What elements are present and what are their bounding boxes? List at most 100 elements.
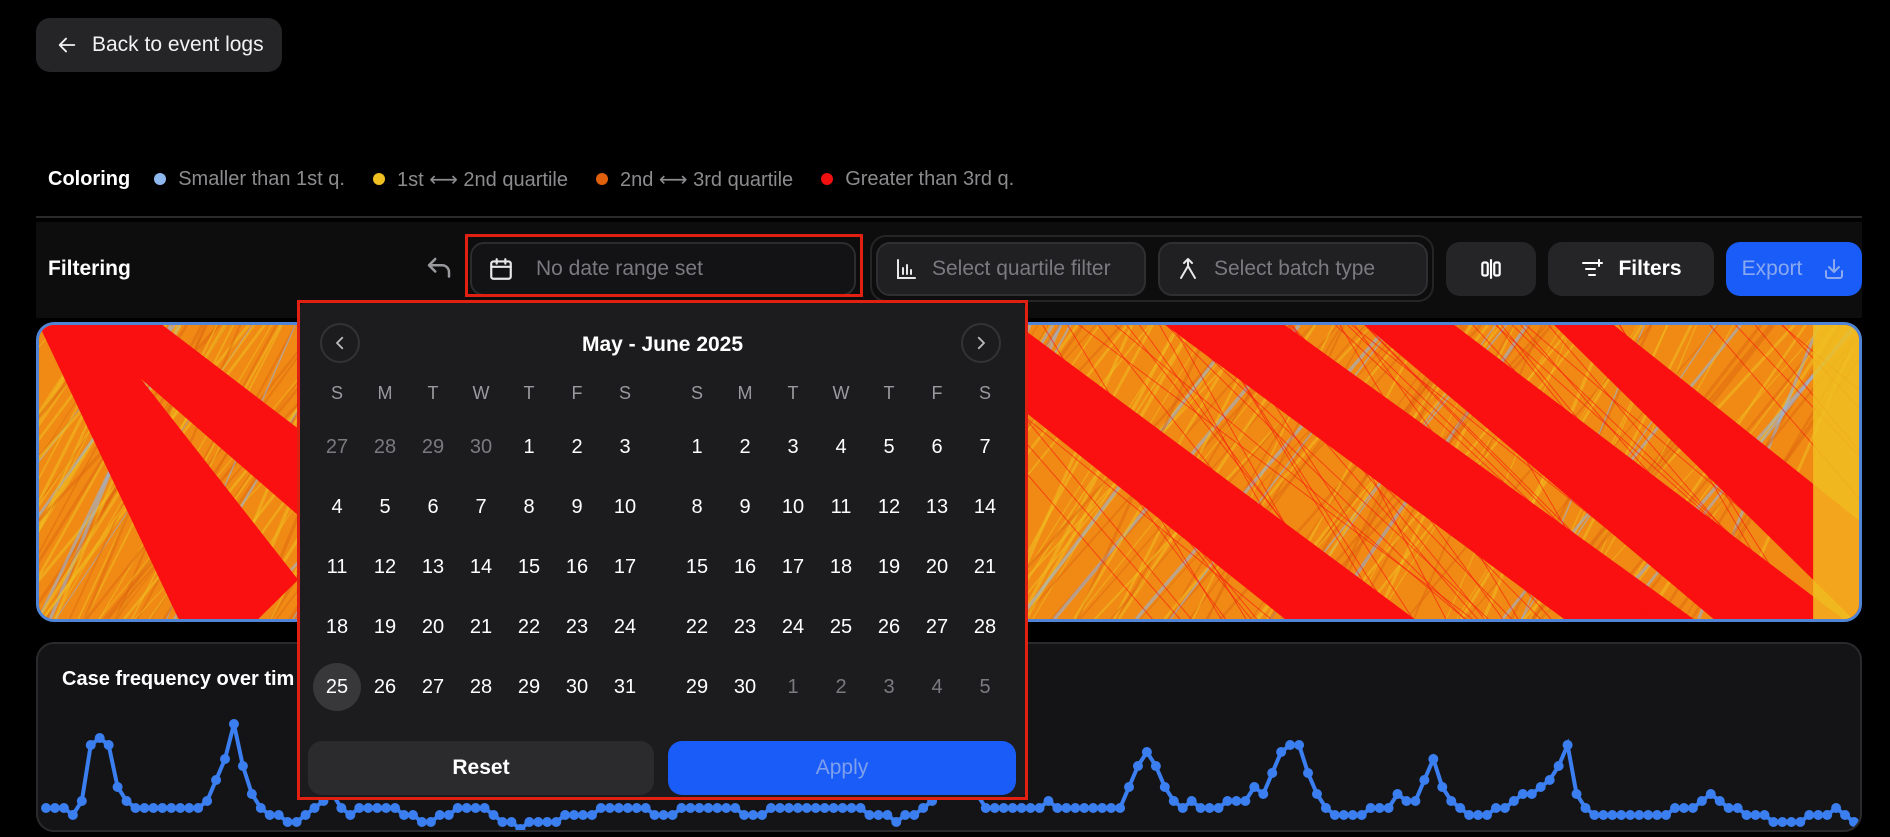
calendar-day[interactable]: 29	[673, 663, 721, 711]
batch-type-select[interactable]: Select batch type	[1158, 242, 1428, 296]
frequency-point[interactable]	[640, 803, 651, 813]
frequency-point[interactable]	[1849, 817, 1859, 827]
calendar-day[interactable]: 5	[865, 423, 913, 471]
calendar-day[interactable]: 24	[601, 603, 649, 651]
calendar-day[interactable]: 4	[313, 483, 361, 531]
frequency-point[interactable]	[1061, 803, 1072, 813]
frequency-point[interactable]	[1741, 810, 1752, 820]
frequency-point[interactable]	[1365, 803, 1376, 813]
frequency-point[interactable]	[175, 803, 186, 813]
calendar-day[interactable]: 30	[457, 423, 505, 471]
frequency-point[interactable]	[1320, 803, 1331, 813]
frequency-point[interactable]	[819, 803, 830, 813]
frequency-point[interactable]	[1150, 761, 1161, 771]
frequency-point[interactable]	[237, 761, 248, 771]
frequency-point[interactable]	[1052, 803, 1063, 813]
calendar-day[interactable]: 3	[601, 423, 649, 471]
calendar-day[interactable]: 9	[721, 483, 769, 531]
frequency-point[interactable]	[1607, 810, 1618, 820]
calendar-day[interactable]: 6	[409, 483, 457, 531]
calendar-day[interactable]: 29	[409, 423, 457, 471]
frequency-point[interactable]	[470, 803, 481, 813]
frequency-point[interactable]	[757, 810, 768, 820]
frequency-point[interactable]	[998, 803, 1009, 813]
frequency-point[interactable]	[533, 817, 544, 827]
frequency-point[interactable]	[918, 803, 929, 813]
calendar-day[interactable]: 25	[313, 663, 361, 711]
frequency-point[interactable]	[748, 810, 759, 820]
frequency-point[interactable]	[157, 803, 168, 813]
frequency-point[interactable]	[1705, 789, 1716, 799]
frequency-point[interactable]	[703, 803, 714, 813]
frequency-point[interactable]	[220, 754, 231, 764]
frequency-point[interactable]	[443, 810, 454, 820]
calendar-day[interactable]: 19	[361, 603, 409, 651]
calendar-day[interactable]: 3	[769, 423, 817, 471]
calendar-day[interactable]: 31	[601, 663, 649, 711]
calendar-day[interactable]: 21	[961, 543, 1009, 591]
frequency-point[interactable]	[631, 803, 642, 813]
frequency-point[interactable]	[434, 810, 445, 820]
frequency-point[interactable]	[1544, 775, 1555, 785]
frequency-point[interactable]	[363, 803, 374, 813]
frequency-point[interactable]	[488, 810, 499, 820]
frequency-point[interactable]	[1490, 803, 1501, 813]
calendar-day[interactable]: 8	[505, 483, 553, 531]
frequency-point[interactable]	[399, 810, 410, 820]
export-button[interactable]: Export	[1726, 242, 1862, 296]
quartile-filter-select[interactable]: Select quartile filter	[876, 242, 1146, 296]
frequency-point[interactable]	[846, 803, 857, 813]
frequency-point[interactable]	[604, 803, 615, 813]
calendar-day[interactable]: 4	[817, 423, 865, 471]
frequency-point[interactable]	[41, 803, 51, 813]
calendar-day[interactable]: 28	[961, 603, 1009, 651]
calendar-day[interactable]: 13	[409, 543, 457, 591]
calendar-day[interactable]: 8	[673, 483, 721, 531]
frequency-point[interactable]	[649, 810, 660, 820]
frequency-point[interactable]	[658, 810, 669, 820]
calendar-day[interactable]: 7	[961, 423, 1009, 471]
frequency-point[interactable]	[1535, 782, 1546, 792]
calendar-day[interactable]: 20	[913, 543, 961, 591]
frequency-point[interactable]	[676, 803, 687, 813]
frequency-point[interactable]	[855, 803, 866, 813]
frequency-point[interactable]	[739, 810, 750, 820]
calendar-day[interactable]: 17	[769, 543, 817, 591]
frequency-point[interactable]	[1750, 810, 1761, 820]
frequency-point[interactable]	[1007, 803, 1018, 813]
frequency-point[interactable]	[1079, 803, 1090, 813]
frequency-point[interactable]	[255, 803, 266, 813]
calendar-day[interactable]: 25	[817, 603, 865, 651]
frequency-point[interactable]	[1213, 803, 1224, 813]
frequency-point[interactable]	[1464, 810, 1475, 820]
calendar-day[interactable]: 28	[361, 423, 409, 471]
frequency-point[interactable]	[730, 803, 741, 813]
filters-button[interactable]: Filters	[1548, 242, 1714, 296]
frequency-point[interactable]	[479, 803, 490, 813]
calendar-day[interactable]: 3	[865, 663, 913, 711]
calendar-day[interactable]: 26	[361, 663, 409, 711]
frequency-point[interactable]	[1016, 803, 1027, 813]
frequency-point[interactable]	[1616, 810, 1627, 820]
calendar-day[interactable]: 14	[457, 543, 505, 591]
frequency-point[interactable]	[900, 810, 911, 820]
calendar-day[interactable]: 24	[769, 603, 817, 651]
calendar-day[interactable]: 16	[553, 543, 601, 591]
calendar-day[interactable]: 19	[865, 543, 913, 591]
frequency-point[interactable]	[264, 810, 275, 820]
calendar-day[interactable]: 18	[313, 603, 361, 651]
calendar-day[interactable]: 10	[769, 483, 817, 531]
frequency-point[interactable]	[148, 803, 159, 813]
frequency-point[interactable]	[765, 803, 776, 813]
calendar-day[interactable]: 30	[553, 663, 601, 711]
frequency-point[interactable]	[1777, 817, 1788, 827]
calendar-day[interactable]: 11	[313, 543, 361, 591]
frequency-point[interactable]	[1786, 817, 1797, 827]
frequency-point[interactable]	[1625, 810, 1636, 820]
frequency-point[interactable]	[524, 817, 535, 827]
frequency-point[interactable]	[372, 803, 383, 813]
calendar-day[interactable]: 23	[721, 603, 769, 651]
frequency-point[interactable]	[801, 803, 812, 813]
frequency-point[interactable]	[345, 810, 356, 820]
frequency-point[interactable]	[309, 803, 320, 813]
